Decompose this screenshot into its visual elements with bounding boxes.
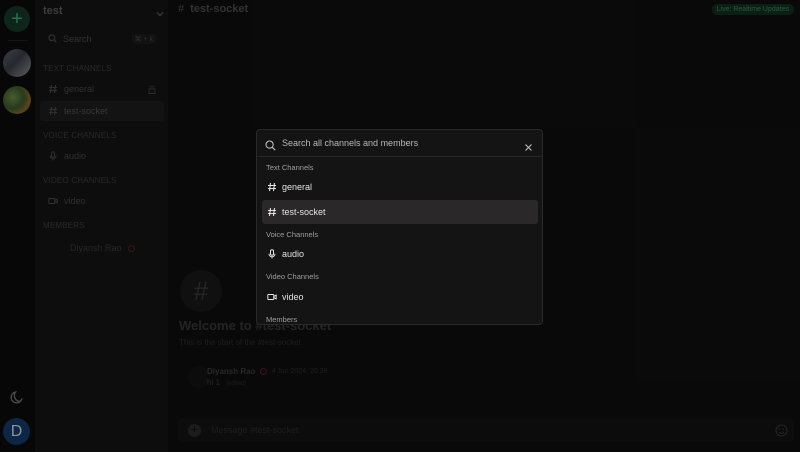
group-video-channels: Video Channels: [266, 272, 319, 281]
group-text-channels: Text Channels: [266, 163, 314, 172]
hash-icon: [267, 182, 277, 192]
result-label: audio: [282, 249, 305, 259]
hash-icon: [267, 207, 277, 217]
result-general[interactable]: general: [262, 175, 538, 199]
dialog-search-input[interactable]: [282, 138, 524, 148]
group-voice-channels: Voice Channels: [266, 230, 319, 239]
search-dialog: Text Channels general test-socket Voice …: [256, 129, 543, 325]
search-icon: [265, 138, 276, 151]
video-icon: [267, 292, 277, 302]
result-label: video: [282, 292, 304, 302]
result-label: general: [282, 182, 313, 192]
group-members: Members: [266, 315, 298, 324]
result-video[interactable]: video: [262, 285, 538, 309]
result-label: test-socket: [282, 207, 326, 217]
close-icon[interactable]: [524, 139, 533, 151]
mic-icon: [267, 249, 277, 259]
result-test-socket[interactable]: test-socket: [262, 200, 538, 224]
dialog-search-bar: [257, 130, 542, 157]
result-audio[interactable]: audio: [262, 242, 538, 266]
